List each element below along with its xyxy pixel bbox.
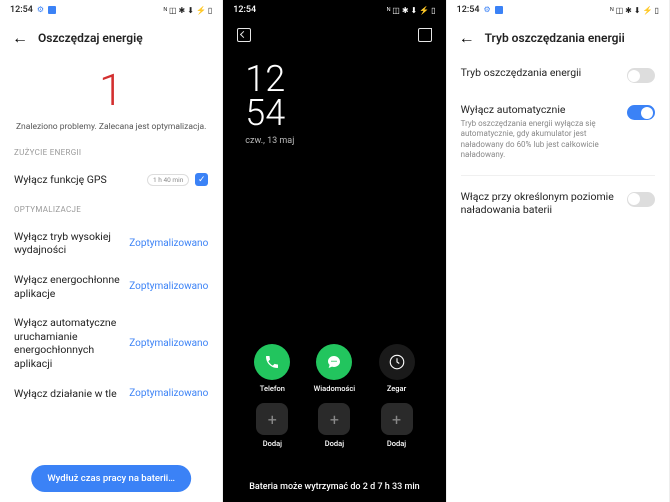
- opt-status: Zoptymalizowano: [129, 238, 208, 249]
- status-time: 12:54: [233, 5, 256, 15]
- setting-saver-mode[interactable]: Tryb oszczędzania energii: [461, 56, 655, 93]
- clock-icon: [379, 344, 415, 380]
- gps-label: Wyłącz funkcję GPS: [14, 173, 107, 187]
- phone-icon: [254, 344, 290, 380]
- plus-icon: +: [318, 403, 350, 435]
- opt-row-drain[interactable]: Wyłącz energochłonne aplikacje Zoptymali…: [14, 265, 208, 308]
- gps-time-chip: 1 h 40 min: [147, 174, 189, 186]
- opt-status: Zoptymalizowano: [129, 281, 208, 292]
- gear-icon: [483, 5, 490, 15]
- app-label: Zegar: [387, 384, 406, 393]
- app-clock[interactable]: Zegar: [379, 344, 415, 393]
- gps-checkbox[interactable]: ✓: [195, 173, 208, 186]
- opt-label: Wyłącz działanie w tle: [14, 387, 117, 401]
- divider: [461, 175, 655, 176]
- switch-auto-on[interactable]: [627, 192, 655, 207]
- app-phone[interactable]: Telefon: [254, 344, 290, 393]
- issue-count: 1: [14, 64, 208, 116]
- switch-auto-off[interactable]: [627, 105, 655, 120]
- message-icon: [316, 344, 352, 380]
- back-icon[interactable]: ←: [12, 28, 28, 48]
- opt-row-autostart[interactable]: Wyłącz automatyczne uruchamianie energoc…: [14, 308, 208, 379]
- status-signal: ᴺ ◫ ✱ ⬇ ⚡ ▯: [610, 6, 659, 15]
- status-bar: 12:54 ᴺ ◫ ✱ ⬇ ⚡ ▯: [447, 0, 669, 20]
- page-title: Oszczędzaj energię: [38, 31, 143, 45]
- status-signal: ᴺ ◫ ✱ ⬇ ⚡ ▯: [164, 6, 213, 15]
- clock-minutes: 54: [245, 96, 423, 130]
- status-bar: 12:54 ᴺ ◫ ✱ ⬇ ⚡ ▯: [0, 0, 222, 20]
- notif-icon: [495, 6, 503, 14]
- opt-status: Zoptymalizowano: [129, 338, 208, 349]
- header: ← Tryb oszczędzania energii: [447, 20, 669, 56]
- app-add-3[interactable]: + Dodaj: [381, 403, 413, 448]
- header: ← Oszczędzaj energię: [0, 20, 222, 56]
- clock-widget: 12 54 czw., 13 maj: [223, 50, 445, 146]
- issue-subtitle: Znaleziono problemy. Zalecana jest optym…: [14, 122, 208, 132]
- gps-row[interactable]: Wyłącz funkcję GPS 1 h 40 min ✓: [14, 165, 208, 195]
- clock-date: czw., 13 maj: [245, 136, 423, 146]
- opt-label: Wyłącz automatyczne uruchamianie energoc…: [14, 316, 124, 371]
- setting-auto-off[interactable]: Wyłącz automatycznie Tryb oszczędzania e…: [461, 93, 655, 171]
- app-add-1[interactable]: + Dodaj: [256, 403, 288, 448]
- status-time: 12:54: [457, 5, 480, 15]
- opt-row-bg[interactable]: Wyłącz działanie w tle Zoptymalizowano: [14, 379, 208, 409]
- setting-desc: Tryb oszczędzania energii wyłącza się au…: [461, 119, 617, 161]
- section-energy: ZUŻYCIE ENERGII: [14, 148, 208, 157]
- app-grid: Telefon Wiadomości Zegar + Dodaj + Dodaj…: [223, 344, 445, 448]
- clock-hours: 12: [245, 62, 423, 96]
- opt-label: Wyłącz tryb wysokiej wydajności: [14, 230, 124, 257]
- plus-icon: +: [256, 403, 288, 435]
- app-label: Dodaj: [325, 439, 344, 448]
- app-add-2[interactable]: + Dodaj: [318, 403, 350, 448]
- section-opt: OPTYMALIZACJE: [14, 205, 208, 214]
- edit-icon[interactable]: [418, 28, 432, 42]
- app-label: Dodaj: [387, 439, 406, 448]
- setting-auto-on[interactable]: Włącz przy określonym poziomie naładowan…: [461, 180, 655, 229]
- battery-estimate: Bateria może wytrzymać do 2 d 7 h 33 min: [223, 482, 445, 492]
- app-label: Wiadomości: [314, 384, 356, 393]
- back-icon[interactable]: [237, 28, 251, 42]
- setting-title: Włącz przy określonym poziomie naładowan…: [461, 190, 617, 216]
- back-icon[interactable]: ←: [459, 28, 475, 48]
- gear-icon: [37, 5, 44, 15]
- app-messages[interactable]: Wiadomości: [314, 344, 356, 393]
- status-bar: 12:54 ᴺ ◫ ✱ ⬇ ⚡ ▯: [223, 0, 445, 20]
- setting-title: Tryb oszczędzania energii: [461, 66, 617, 79]
- app-label: Telefon: [260, 384, 285, 393]
- plus-icon: +: [381, 403, 413, 435]
- optimize-button[interactable]: Wydłuż czas pracy na baterii…: [31, 465, 191, 492]
- opt-status: Zoptymalizowano: [129, 388, 208, 399]
- opt-label: Wyłącz energochłonne aplikacje: [14, 273, 124, 300]
- status-signal: ᴺ ◫ ✱ ⬇ ⚡ ▯: [387, 6, 436, 15]
- setting-title: Wyłącz automatycznie: [461, 103, 617, 116]
- opt-row-hiperf[interactable]: Wyłącz tryb wysokiej wydajności Zoptymal…: [14, 222, 208, 265]
- page-title: Tryb oszczędzania energii: [485, 31, 625, 45]
- notif-icon: [48, 6, 56, 14]
- status-time: 12:54: [10, 5, 33, 15]
- app-label: Dodaj: [263, 439, 282, 448]
- switch-saver-mode[interactable]: [627, 68, 655, 83]
